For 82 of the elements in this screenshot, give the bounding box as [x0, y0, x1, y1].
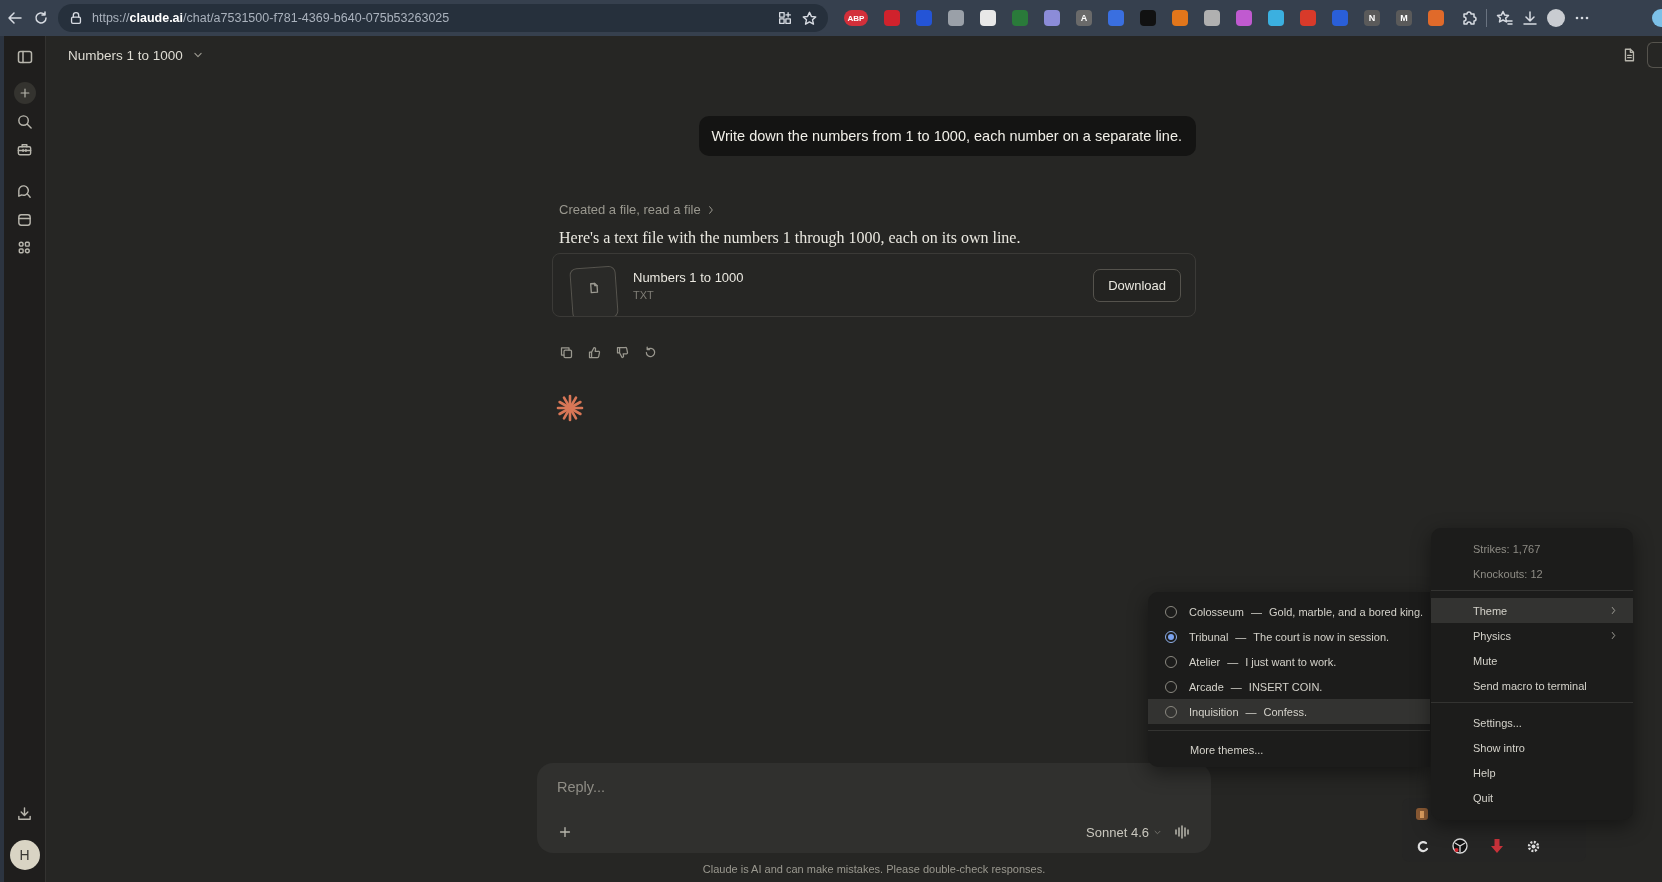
user-message: Write down the numbers from 1 to 1000, each number on a separate line. [698, 116, 1196, 156]
briefcase-icon[interactable] [16, 141, 33, 158]
copy-icon[interactable] [559, 345, 574, 360]
theme-name: Tribunal [1189, 630, 1229, 643]
file-name: Numbers 1 to 1000 [633, 269, 745, 285]
arrow-down-icon[interactable] [1490, 838, 1504, 854]
more-themes-item[interactable]: More themes... [1148, 739, 1430, 761]
menu-item[interactable]: Help [1431, 760, 1633, 785]
reply-box[interactable]: Reply... Sonnet 4.6 [537, 763, 1211, 853]
dash-separator: — [1230, 680, 1242, 693]
theme-option[interactable]: Inquisition — Confess. [1148, 699, 1430, 724]
menu-item[interactable]: Show intro [1431, 735, 1633, 760]
extension-icon[interactable] [948, 10, 964, 26]
dash-separator: — [1251, 605, 1263, 618]
address-bar[interactable]: https://claude.ai/chat/a7531500-f781-4369-b640-075b53263025 [58, 4, 828, 32]
menu-item[interactable]: Physics [1431, 623, 1633, 648]
star-icon[interactable] [801, 9, 818, 27]
theme-name: Inquisition [1189, 705, 1239, 718]
lock-icon [68, 10, 84, 26]
theme-option[interactable]: Colosseum — Gold, marble, and a bored king. [1148, 599, 1430, 624]
extension-icon[interactable]: N [1364, 10, 1380, 26]
extension-icon[interactable]: ABP [844, 10, 868, 26]
chat-title-button[interactable]: Numbers 1 to 1000 [68, 47, 205, 63]
user-avatar[interactable]: H [9, 840, 40, 870]
thumbs-down-icon[interactable] [615, 345, 630, 360]
disc-icon[interactable] [1452, 838, 1468, 854]
menu-item[interactable]: Quit [1431, 785, 1633, 810]
dash-separator: — [1227, 655, 1239, 668]
theme-name: Colosseum [1189, 605, 1245, 618]
back-icon[interactable] [6, 9, 24, 27]
new-chat-button[interactable] [13, 82, 36, 104]
file-card[interactable]: Numbers 1 to 1000 TXT Download [552, 253, 1196, 317]
theme-name: Atelier [1189, 655, 1221, 668]
retry-icon[interactable] [643, 345, 658, 360]
theme-option[interactable]: Tribunal — The court is now in session. [1148, 624, 1430, 649]
model-selector[interactable]: Sonnet 4.6 [1086, 824, 1163, 840]
theme-option[interactable]: Arcade — INSERT COIN. [1148, 674, 1430, 699]
extension-icon[interactable] [1268, 10, 1284, 26]
download-icon[interactable] [1521, 9, 1539, 27]
theme-tagline: The court is now in session. [1253, 630, 1390, 643]
extension-icon[interactable]: M [1396, 10, 1412, 26]
url-text: https://claude.ai/chat/a7531500-f781-4369-b640-075b53263025 [92, 11, 451, 25]
theme-tagline: INSERT COIN. [1248, 680, 1323, 693]
menu-item[interactable]: Theme [1431, 598, 1633, 623]
extension-icon[interactable] [1204, 10, 1220, 26]
stat-text: Strikes: 1,767 [1472, 541, 1542, 557]
gear-icon[interactable] [1526, 838, 1541, 854]
reload-icon[interactable] [32, 9, 50, 27]
sidebar-toggle-icon[interactable] [15, 48, 34, 66]
menu-item[interactable]: Settings... [1431, 710, 1633, 735]
dash-separator: — [1245, 705, 1257, 718]
apps-icon[interactable] [777, 10, 793, 26]
sparkle-logo-icon [556, 394, 584, 422]
favorites-icon[interactable] [1495, 9, 1513, 27]
plus-icon[interactable] [557, 824, 573, 840]
grid-icon[interactable] [16, 239, 33, 256]
menu-item[interactable]: Mute [1431, 648, 1633, 673]
disclaimer-text: Claude is AI and can make mistakes. Please double-check responses. [701, 863, 1047, 875]
stat-text: Knockouts: 12 [1472, 566, 1544, 582]
profile-avatar[interactable] [1547, 9, 1565, 27]
theme-option[interactable]: Atelier — I just want to work. [1148, 649, 1430, 674]
theme-name: Arcade [1189, 680, 1224, 693]
response-text: Here's a text file with the numbers 1 through 1000, each on its own line. [559, 229, 1022, 247]
archive-icon[interactable] [16, 211, 33, 228]
download-button[interactable]: Download [1093, 268, 1181, 302]
theme-tagline: I just want to work. [1245, 655, 1337, 668]
search-icon[interactable] [16, 113, 33, 130]
download-icon[interactable] [16, 805, 33, 822]
extension-icon[interactable]: A [1076, 10, 1092, 26]
dash-separator: — [1235, 630, 1247, 643]
theme-tagline: Confess. [1263, 705, 1307, 718]
voice-icon[interactable] [1173, 823, 1191, 841]
file-type: TXT [633, 288, 655, 301]
tool-summary-link[interactable]: Created a file, read a file [559, 202, 1196, 217]
reply-field[interactable]: Reply... [557, 779, 1191, 795]
menu-item[interactable]: Send macro to terminal [1431, 673, 1633, 698]
thumbs-up-icon[interactable] [587, 345, 602, 360]
theme-tagline: Gold, marble, and a bored king. [1269, 605, 1424, 618]
chat-bubble-icon[interactable] [16, 183, 33, 200]
puzzle-icon[interactable] [1460, 9, 1478, 27]
extension-icon[interactable] [980, 10, 996, 26]
copilot-icon[interactable] [1652, 9, 1662, 27]
